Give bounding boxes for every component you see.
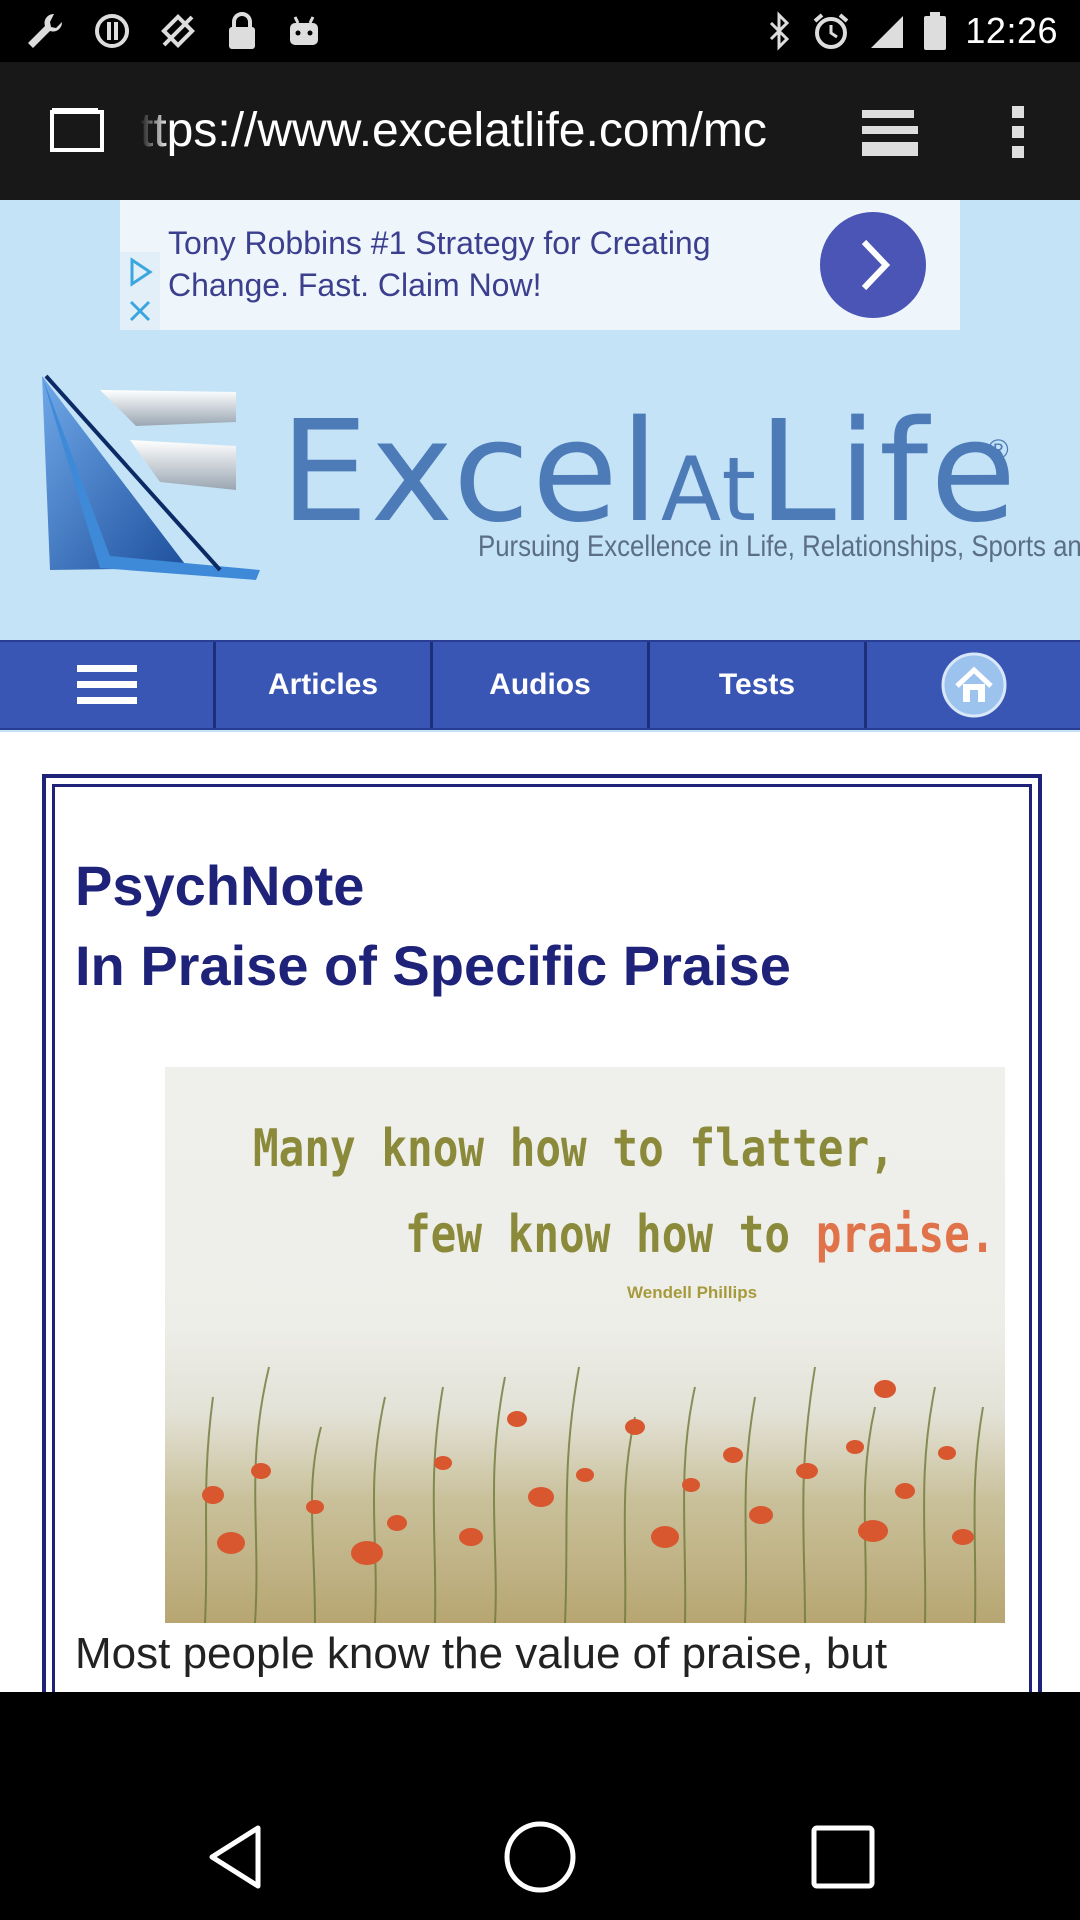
- logo-registered-mark: ®: [988, 434, 1009, 465]
- tab-switcher-icon[interactable]: [50, 106, 104, 152]
- ad-choices-icon[interactable]: [120, 252, 160, 292]
- bluetooth-icon: [767, 11, 793, 51]
- lock-icon: [226, 11, 258, 51]
- url-fade: [140, 98, 170, 164]
- site-nav: Articles Audios Tests: [0, 640, 1080, 730]
- alarm-icon: [811, 11, 851, 51]
- browser-toolbar: ttps://www.excelatlife.com/mc: [0, 62, 1080, 200]
- nav-audios[interactable]: Audios: [433, 642, 650, 728]
- article-content: PsychNote In Praise of Specific Praise M…: [0, 732, 1080, 1692]
- back-icon[interactable]: [194, 1814, 280, 1900]
- ad-close-icon[interactable]: [120, 292, 160, 330]
- status-bar: 12:26: [0, 0, 1080, 62]
- no-sim-icon: [158, 11, 198, 51]
- android-icon: [286, 13, 322, 49]
- wrench-icon: [24, 10, 66, 52]
- url-field[interactable]: ttps://www.excelatlife.com/mc: [140, 98, 806, 164]
- system-navigation-bar: [0, 1794, 1080, 1920]
- overflow-menu-icon[interactable]: [1000, 102, 1036, 162]
- article-title: In Praise of Specific Praise: [75, 934, 791, 997]
- sync-icon: [94, 13, 130, 49]
- hamburger-icon: [76, 665, 137, 704]
- nav-articles[interactable]: Articles: [216, 642, 433, 728]
- ad-banner[interactable]: Tony Robbins #1 Strategy for Creating Ch…: [120, 200, 960, 330]
- battery-icon: [923, 11, 947, 51]
- home-icon: [941, 652, 1006, 718]
- article-frame: PsychNote In Praise of Specific Praise M…: [42, 774, 1042, 1692]
- home-circle-icon[interactable]: [497, 1814, 583, 1900]
- nav-home-button[interactable]: [867, 642, 1080, 728]
- article-lede: Most people know the value of praise, bu…: [75, 1629, 888, 1678]
- chevron-right-icon[interactable]: [820, 212, 926, 318]
- reader-mode-icon[interactable]: [858, 102, 922, 162]
- signal-icon: [869, 12, 905, 50]
- quote-line-2: few know how to praise.: [405, 1205, 996, 1265]
- article-frame-inner: PsychNote In Praise of Specific Praise M…: [52, 784, 1032, 1692]
- clock: 12:26: [965, 10, 1058, 51]
- quote-line-1: Many know how to flatter,: [253, 1119, 895, 1179]
- logo-mark-icon: [42, 374, 260, 580]
- ad-text[interactable]: Tony Robbins #1 Strategy for Creating Ch…: [168, 222, 828, 306]
- nav-menu-button[interactable]: [0, 642, 216, 728]
- article-kicker: PsychNote: [75, 854, 365, 917]
- site-logo[interactable]: ExcelAtLife ® Pursuing Excellence in Lif…: [40, 370, 1080, 600]
- recents-icon[interactable]: [800, 1814, 886, 1900]
- quote-author: Wendell Phillips: [627, 1283, 758, 1302]
- logo-tagline: Pursuing Excellence in Life, Relationshi…: [478, 530, 1080, 563]
- quote-image: Many know how to flatter, few know how t…: [165, 1067, 1005, 1623]
- web-viewport: Tony Robbins #1 Strategy for Creating Ch…: [0, 200, 1080, 1692]
- nav-tests[interactable]: Tests: [650, 642, 867, 728]
